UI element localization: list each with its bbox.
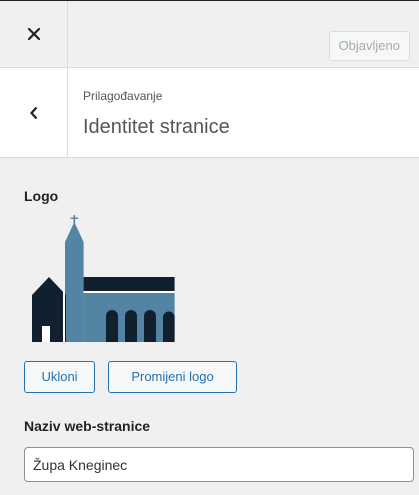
close-icon — [27, 28, 40, 40]
publish-button[interactable]: Objavljeno — [328, 31, 410, 61]
customizer-header: Objavljeno — [0, 1, 419, 68]
church-logo[interactable] — [28, 214, 178, 344]
close-button[interactable] — [0, 1, 68, 67]
section-title: Identitet stranice — [83, 116, 230, 138]
back-button[interactable] — [0, 68, 68, 157]
change-logo-button[interactable]: Promijeni logo — [108, 361, 237, 393]
logo-label: Logo — [24, 188, 59, 204]
section-header: Prilagođavanje Identitet stranice — [0, 68, 419, 158]
chevron-left-icon — [29, 106, 37, 119]
breadcrumb: Prilagođavanje — [83, 89, 163, 103]
remove-logo-button[interactable]: Ukloni — [24, 361, 95, 393]
site-identity-controls: Logo Ukloni Promijeni logo Naziv web-str… — [0, 158, 419, 495]
site-title-label: Naziv web-stranice — [24, 418, 151, 434]
customizer-panel: Objavljeno Prilagođavanje Identitet stra… — [0, 0, 419, 495]
site-title-input[interactable] — [24, 447, 414, 482]
